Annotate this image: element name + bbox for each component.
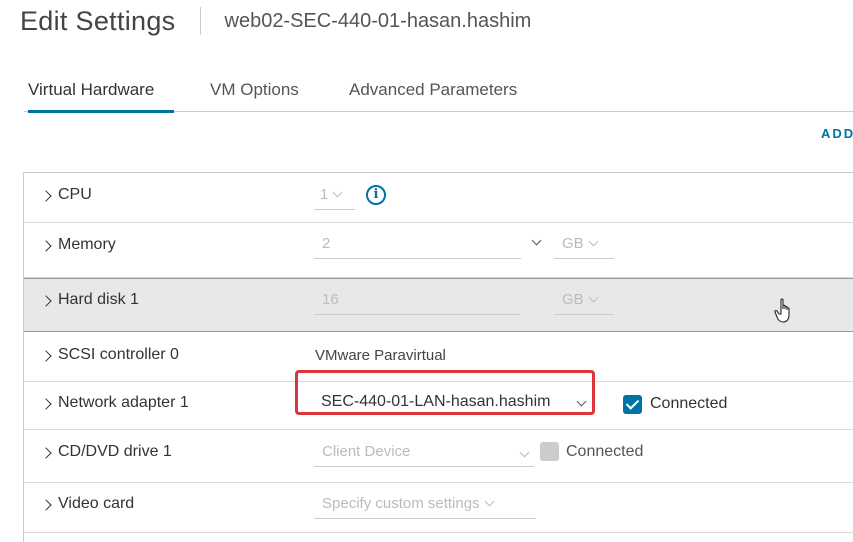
cd-dvd-expander[interactable]: CD/DVD drive 1 [40,443,172,461]
video-card-label: Video card [58,495,135,512]
dialog-header: Edit Settings web02-SEC-440-01-hasan.has… [20,4,531,38]
chevron-right-icon [40,446,52,459]
row-cpu: CPU 1 i [24,173,853,223]
network-adapter-label: Network adapter 1 [58,394,189,411]
scsi-expander[interactable]: SCSI controller 0 [40,346,179,364]
memory-unit: GB [562,235,584,252]
cpu-expander[interactable]: CPU [40,186,92,204]
network-select-value: SEC-440-01-LAN-hasan.hashim [321,393,551,410]
memory-value: 2 [322,235,331,252]
chevron-right-icon [40,294,52,307]
cpu-value: 1 [320,186,329,203]
hard-disk-expander[interactable]: Hard disk 1 [40,291,139,309]
info-icon[interactable]: i [366,185,386,205]
chevron-right-icon [40,397,52,410]
scsi-value: VMware Paravirtual [315,347,446,364]
memory-expander[interactable]: Memory [40,236,116,254]
memory-input[interactable]: 2 [314,235,521,259]
add-new-device-link[interactable]: ADD [821,126,853,141]
vm-name: web02-SEC-440-01-hasan.hashim [224,9,532,32]
hard-disk-input[interactable]: 16 [314,291,521,315]
cpu-select[interactable]: 1 [314,186,355,210]
chevron-right-icon [40,498,52,511]
video-card-expander[interactable]: Video card [40,495,135,513]
network-connected-label: Connected [650,395,728,412]
tab-virtual-hardware[interactable]: Virtual Hardware [28,80,174,113]
chevron-right-icon [40,189,52,202]
network-adapter-expander[interactable]: Network adapter 1 [40,394,189,412]
hard-disk-unit-select[interactable]: GB [554,291,614,315]
row-hard-disk: Hard disk 1 16 GB [24,278,853,332]
tab-bar: Virtual Hardware VM Options Advanced Par… [24,74,853,113]
chevron-down-icon [519,447,530,458]
video-card-value: Specify custom settings [322,495,480,512]
row-memory: Memory 2 GB [24,223,853,278]
chevron-down-icon [484,496,495,507]
hard-disk-value: 16 [322,291,339,308]
hand-cursor-icon [774,298,790,323]
chevron-right-icon [40,349,52,362]
cd-dvd-connected-checkbox[interactable] [540,442,559,461]
memory-label: Memory [58,236,116,253]
hard-disk-label: Hard disk 1 [58,291,139,308]
memory-expand-icon[interactable] [531,235,542,246]
scsi-label: SCSI controller 0 [58,346,179,363]
dialog-title: Edit Settings [20,5,176,36]
chevron-down-icon [588,236,599,247]
memory-unit-select[interactable]: GB [554,235,614,259]
cd-dvd-label: CD/DVD drive 1 [58,443,172,460]
network-connected-checkbox[interactable] [623,395,642,414]
row-cd-dvd-drive: CD/DVD drive 1 Client Device Connected [24,430,853,483]
header-divider [199,7,201,35]
chevron-down-icon [588,292,599,303]
hardware-grid: CPU 1 i Memory 2 GB Hard disk 1 16 GB SC… [23,172,853,542]
hard-disk-unit: GB [562,291,584,308]
row-video-card: Video card Specify custom settings [24,483,853,533]
cd-dvd-value: Client Device [322,443,411,460]
cd-dvd-connected-label: Connected [566,443,644,460]
chevron-right-icon [40,239,52,252]
video-card-select[interactable]: Specify custom settings [314,495,536,519]
tab-vm-options[interactable]: VM Options [210,80,299,112]
tab-advanced-parameters[interactable]: Advanced Parameters [349,80,517,112]
chevron-down-icon [332,187,343,198]
cpu-label: CPU [58,186,92,203]
cd-dvd-select[interactable]: Client Device [314,443,534,467]
